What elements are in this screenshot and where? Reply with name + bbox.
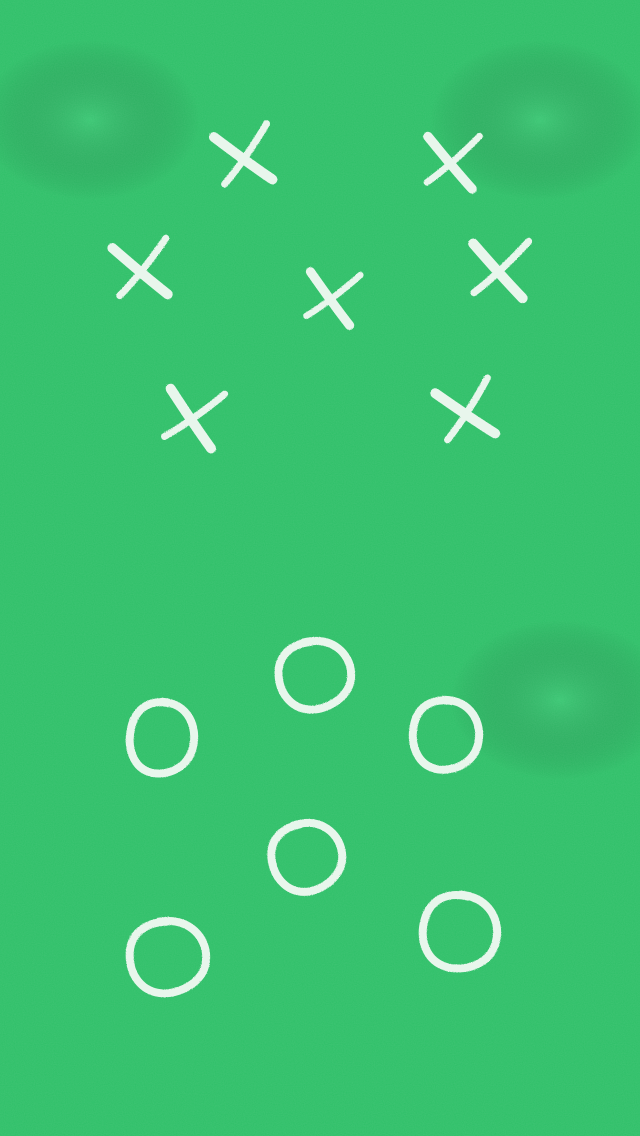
play-diagram-canvas (0, 0, 640, 1136)
background-grain (0, 0, 640, 1136)
play-diagram-wallpaper (0, 0, 640, 1136)
